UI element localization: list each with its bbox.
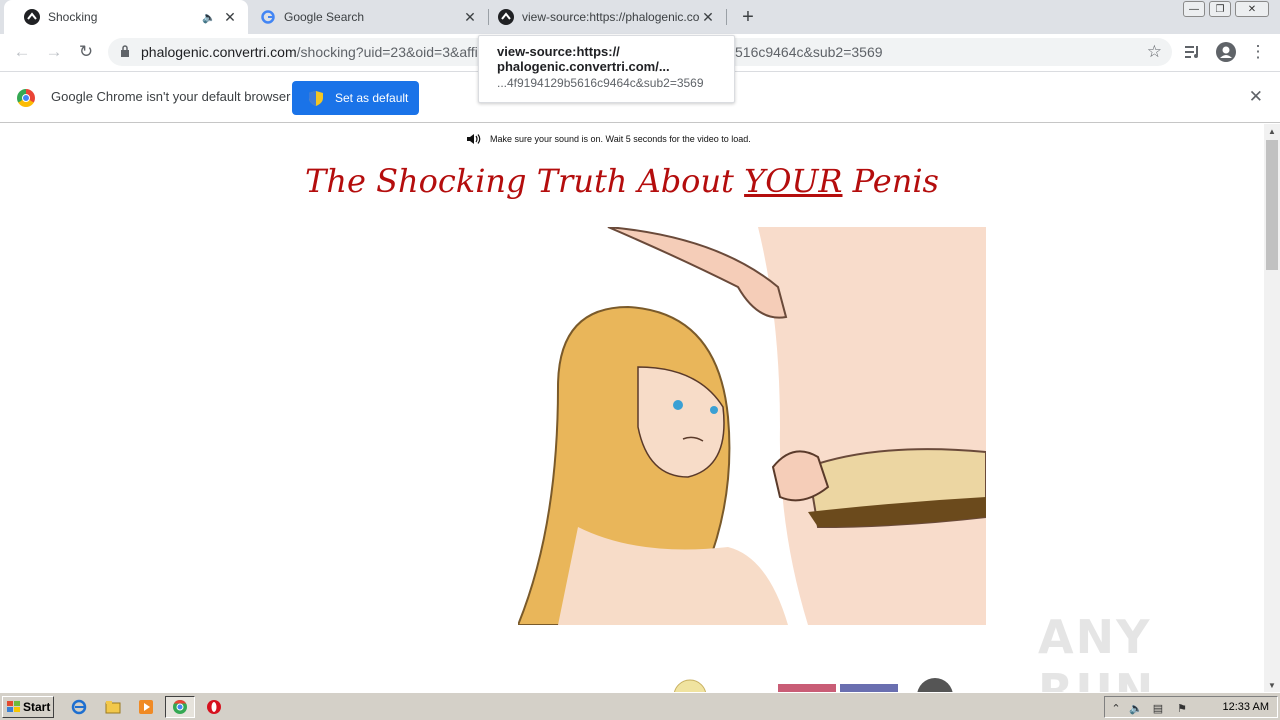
windows-flag-icon	[7, 701, 20, 712]
headline-emphasis: YOUR	[744, 162, 843, 200]
media-controls-icon[interactable]	[1181, 40, 1205, 64]
scroll-up-arrow-icon[interactable]: ▲	[1264, 124, 1280, 138]
tab-divider	[726, 9, 727, 25]
speaker-icon[interactable]: 🔈	[202, 11, 216, 24]
new-tab-button[interactable]: +	[736, 5, 760, 29]
sound-notice: Make sure your sound is on. Wait 5 secon…	[466, 133, 751, 145]
page-headline: The Shocking Truth About YOUR Penis	[0, 162, 1244, 200]
reload-button[interactable]: ↻	[74, 40, 98, 64]
tab-title: view-source:https://phalogenic.conv	[522, 10, 700, 24]
close-tab-icon[interactable]: ✕	[462, 9, 478, 25]
system-tray: ⌃ 🔈 ▤ ⚑ 12:33 AM	[1104, 696, 1278, 718]
headline-part: The Shocking Truth About	[305, 162, 745, 200]
start-button[interactable]: Start	[2, 696, 54, 718]
page-content: Make sure your sound is on. Wait 5 secon…	[0, 124, 1264, 692]
close-tab-icon[interactable]: ✕	[222, 9, 238, 25]
url-path: /shocking?uid=23&oid=3&affi	[296, 44, 478, 60]
media-player-icon[interactable]	[137, 698, 155, 716]
taskbar-chrome-app[interactable]	[165, 696, 195, 718]
video-illustration	[518, 227, 986, 625]
vertical-scrollbar[interactable]: ▲ ▼	[1264, 124, 1280, 692]
tab-shocking[interactable]: Shocking 🔈 ✕	[4, 0, 248, 34]
chrome-icon	[173, 699, 187, 714]
minimize-button[interactable]: —	[1183, 1, 1205, 17]
speaker-icon	[467, 134, 481, 144]
profile-avatar-icon[interactable]	[1214, 40, 1238, 64]
tab-title: Shocking	[48, 10, 98, 24]
chrome-logo-icon	[17, 89, 35, 107]
infobar-message: Google Chrome isn't your default browser	[51, 89, 291, 104]
url-host: phalogenic.convertri.com	[141, 44, 297, 60]
trust-badges	[672, 678, 962, 692]
tab-view-source[interactable]: view-source:https://phalogenic.conv ✕	[488, 0, 726, 34]
forward-button[interactable]: →	[42, 40, 66, 64]
close-tab-icon[interactable]: ✕	[700, 9, 716, 25]
headline-part: Penis	[842, 162, 939, 200]
network-icon[interactable]: ▤	[1151, 701, 1165, 715]
restore-button[interactable]: ❐	[1209, 1, 1231, 17]
tooltip-line3: ...4f9194129b5616c9464c&sub2=3569	[497, 76, 704, 90]
start-label: Start	[23, 700, 51, 714]
flag-notification-icon[interactable]: ⚑	[1175, 701, 1189, 715]
url-text: phalogenic.convertri.com/shocking?uid=23…	[141, 44, 478, 60]
file-explorer-icon[interactable]	[104, 698, 122, 716]
uac-shield-icon	[309, 90, 323, 106]
clock[interactable]: 12:33 AM	[1223, 701, 1269, 713]
google-icon	[260, 9, 276, 25]
tab-google-search[interactable]: Google Search ✕	[248, 0, 488, 34]
tooltip-line1: view-source:https://	[497, 44, 620, 59]
url-tail: 516c9464c&sub2=3569	[735, 44, 883, 60]
browser-window: Shocking 🔈 ✕ Google Search ✕ view-source…	[0, 0, 1280, 720]
scroll-thumb[interactable]	[1266, 140, 1278, 270]
tab-title: Google Search	[284, 10, 365, 24]
close-infobar-icon[interactable]: ✕	[1249, 87, 1263, 107]
bookmark-star-icon[interactable]: ☆	[1147, 42, 1162, 62]
opera-icon[interactable]	[205, 698, 223, 716]
video-player[interactable]	[518, 227, 986, 625]
menu-kebab-icon[interactable]: ⋮	[1246, 40, 1270, 64]
lock-icon	[121, 45, 129, 57]
volume-icon[interactable]: 🔈	[1129, 701, 1143, 715]
site-favicon-icon	[24, 9, 40, 25]
windows-taskbar: Start ⌃ 🔈 ▤ ⚑ 12:33 AM	[0, 692, 1280, 720]
set-as-default-button[interactable]: Set as default	[292, 81, 419, 115]
back-button[interactable]: ←	[10, 40, 34, 64]
tooltip-line2: phalogenic.convertri.com/...	[497, 59, 670, 74]
set-as-default-label: Set as default	[335, 91, 409, 105]
internet-explorer-icon[interactable]	[70, 698, 88, 716]
tray-expand-icon[interactable]: ⌃	[1109, 701, 1123, 715]
tab-strip: Shocking 🔈 ✕ Google Search ✕ view-source…	[0, 0, 1280, 34]
site-favicon-icon	[498, 9, 514, 25]
sound-notice-text: Make sure your sound is on. Wait 5 secon…	[490, 134, 751, 144]
close-window-button[interactable]: ✕	[1235, 1, 1269, 17]
tab-hover-tooltip: view-source:https:// phalogenic.convertr…	[478, 35, 735, 103]
